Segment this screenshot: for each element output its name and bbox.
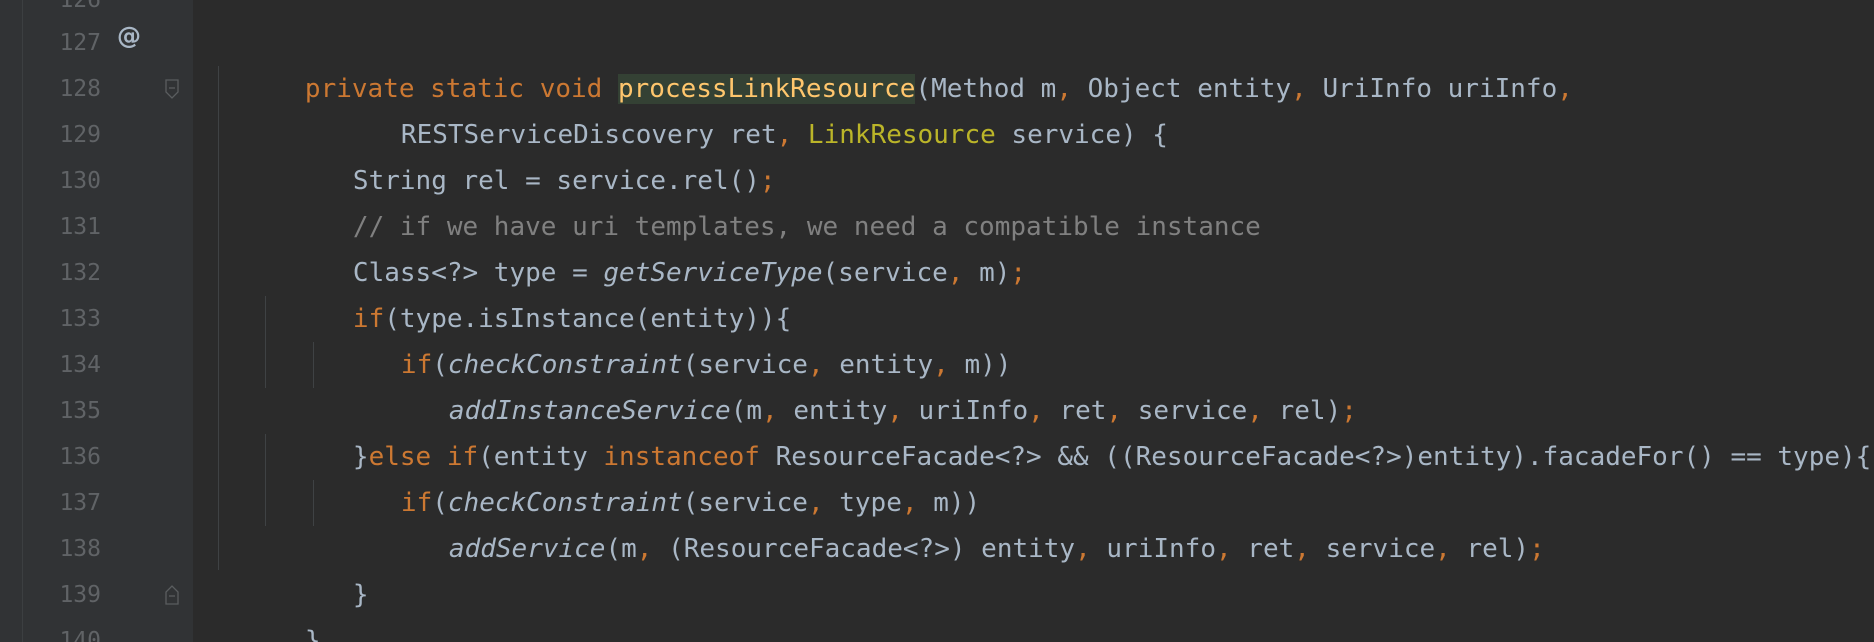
code-token: , bbox=[1291, 74, 1323, 104]
code-line-135: }else if(entity instanceof ResourceFacad… bbox=[259, 388, 1871, 472]
line-number: 127 bbox=[59, 30, 101, 56]
line-number: 135 bbox=[59, 398, 101, 424]
code-line-131: Class<?> type = getServiceType(service, … bbox=[259, 204, 1026, 288]
code-token: , bbox=[947, 258, 980, 288]
code-token: , bbox=[1557, 74, 1573, 104]
code-token: (m bbox=[605, 534, 637, 564]
code-token: (service bbox=[822, 258, 948, 288]
code-token: LinkResource bbox=[807, 120, 996, 150]
code-line-134: addInstanceService(m, entity, uriInfo, r… bbox=[355, 342, 1357, 426]
line-number: 140 bbox=[59, 628, 101, 642]
code-token: , bbox=[776, 120, 808, 150]
line-number-gutter[interactable]: 126 127 128 129 130 131 132 133 134 135 … bbox=[23, 0, 193, 642]
code-token: (ResourceFacade<?>) entity bbox=[668, 534, 1076, 564]
line-number: 137 bbox=[59, 490, 101, 516]
code-line-128: RESTServiceDiscovery ret, LinkResource s… bbox=[307, 66, 1168, 150]
code-token: , bbox=[1294, 534, 1326, 564]
line-number: 138 bbox=[59, 536, 101, 562]
code-token: } bbox=[352, 580, 369, 610]
code-line-133: if(checkConstraint(service, entity, m)) bbox=[307, 296, 1012, 380]
code-token: uriInfo bbox=[1106, 534, 1216, 564]
line-number: 130 bbox=[59, 168, 101, 194]
code-token: rel) bbox=[1466, 534, 1530, 564]
code-token: ret bbox=[1247, 534, 1295, 564]
code-token: m) bbox=[979, 258, 1011, 288]
line-number: 136 bbox=[59, 444, 101, 470]
code-token: , bbox=[1435, 534, 1467, 564]
code-token: service bbox=[1325, 534, 1436, 564]
line-number: 132 bbox=[59, 260, 101, 286]
code-line-127: private static void processLinkResource(… bbox=[211, 20, 1573, 104]
line-number: 139 bbox=[59, 582, 101, 608]
code-token: , bbox=[1075, 534, 1107, 564]
code-token: service) { bbox=[995, 120, 1168, 150]
line-number: 131 bbox=[59, 214, 101, 240]
code-token: ; bbox=[1010, 258, 1027, 288]
code-token: ; bbox=[1529, 534, 1545, 564]
override-method-icon[interactable]: @ bbox=[117, 22, 141, 50]
code-token: addService bbox=[448, 534, 606, 564]
line-number: 128 bbox=[59, 76, 101, 102]
code-token: , bbox=[1215, 534, 1248, 564]
code-line-137: addService(m, (ResourceFacade<?>) entity… bbox=[355, 480, 1545, 564]
code-token: UriInfo uriInfo bbox=[1322, 74, 1558, 104]
code-line-138: } bbox=[259, 526, 369, 610]
line-number: 134 bbox=[59, 352, 101, 378]
line-number: 129 bbox=[59, 122, 101, 148]
code-line-139: } bbox=[211, 572, 321, 642]
code-line-130: // if we have uri templates, we need a c… bbox=[259, 158, 1261, 242]
code-line-129: String rel = service.rel(); bbox=[259, 112, 776, 196]
code-token: } bbox=[304, 626, 321, 642]
code-line-132: if(type.isInstance(entity)){ bbox=[259, 250, 791, 334]
code-editor[interactable]: 126 127 128 129 130 131 132 133 134 135 … bbox=[0, 0, 1874, 642]
fold-end-icon[interactable] bbox=[165, 585, 179, 605]
code-area[interactable]: private static void processLinkResource(… bbox=[193, 0, 1874, 642]
line-number: 133 bbox=[59, 306, 101, 332]
editor-left-strip bbox=[0, 0, 23, 642]
code-token: , bbox=[636, 534, 669, 564]
code-line-136: if(checkConstraint(service, type, m)) bbox=[307, 434, 980, 518]
fold-start-icon[interactable] bbox=[165, 79, 179, 99]
